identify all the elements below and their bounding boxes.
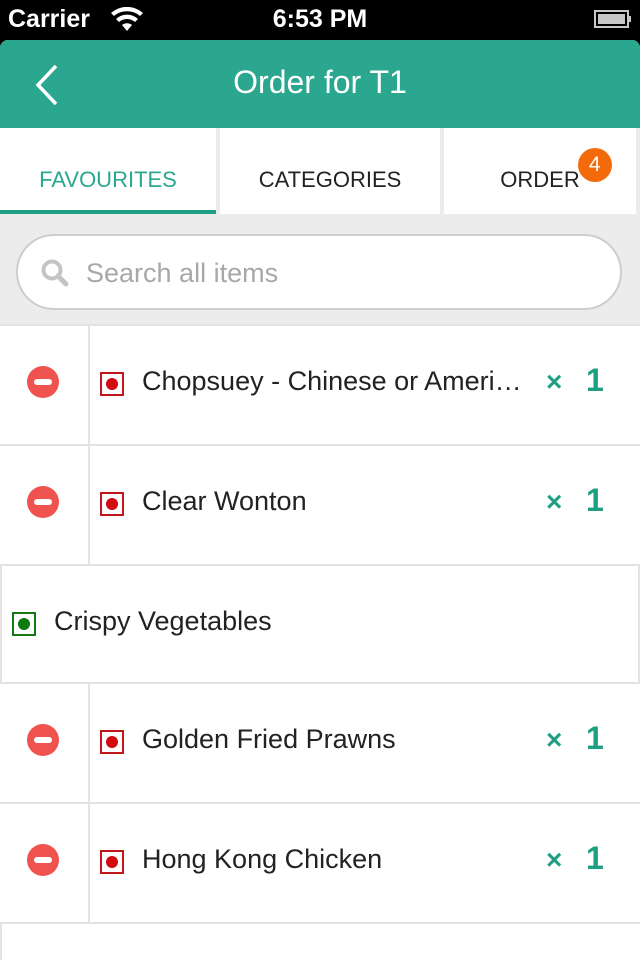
multiply-icon: × — [546, 366, 563, 397]
battery-icon — [594, 10, 631, 28]
search-field[interactable] — [16, 234, 622, 310]
non-veg-icon — [100, 372, 124, 396]
item-quantity[interactable]: 1 — [586, 482, 604, 519]
order-count-badge: 4 — [577, 148, 612, 182]
minus-circle-icon — [27, 366, 59, 398]
tab-categories[interactable]: CATEGORIES — [220, 128, 440, 214]
list-item[interactable]: Crispy Vegetables — [0, 564, 640, 682]
item-name: Chopsuey - Chinese or Ameri… — [142, 366, 522, 396]
search-input[interactable] — [84, 248, 588, 298]
item-name: Crispy Vegetables — [54, 606, 272, 636]
non-veg-icon — [100, 730, 124, 754]
search-bar-container — [0, 216, 640, 324]
tab-order-text: ORDER — [500, 167, 580, 192]
multiply-icon: × — [546, 844, 563, 875]
minus-circle-icon — [27, 844, 59, 876]
tab-order[interactable]: ORDER 4 — [444, 128, 636, 214]
list-item[interactable]: Chopsuey - Chinese or Ameri… × 1 — [0, 324, 640, 444]
list-item[interactable]: Hong Kong Chicken × 1 — [0, 802, 640, 922]
veg-icon — [12, 612, 36, 636]
list-item-partial[interactable] — [0, 922, 640, 960]
navigation-bar: Order for T1 — [0, 40, 640, 128]
item-name: Golden Fried Prawns — [142, 724, 396, 754]
search-icon — [41, 259, 69, 287]
multiply-icon: × — [546, 724, 563, 755]
non-veg-icon — [100, 492, 124, 516]
page-title: Order for T1 — [233, 64, 407, 100]
remove-button[interactable] — [0, 804, 90, 922]
minus-circle-icon — [27, 724, 59, 756]
non-veg-icon — [100, 850, 124, 874]
clock: 6:53 PM — [272, 5, 368, 33]
menu-item-list: Chopsuey - Chinese or Ameri… × 1 Clear W… — [0, 324, 640, 960]
item-quantity[interactable]: 1 — [586, 362, 604, 399]
multiply-icon: × — [546, 486, 563, 517]
list-item[interactable]: Golden Fried Prawns × 1 — [0, 682, 640, 802]
remove-button[interactable] — [0, 446, 90, 564]
item-name: Clear Wonton — [142, 486, 307, 516]
remove-button[interactable] — [0, 684, 90, 802]
tab-bar: FAVOURITES CATEGORIES ORDER 4 — [0, 128, 640, 216]
list-item[interactable]: Clear Wonton × 1 — [0, 444, 640, 564]
minus-circle-icon — [27, 486, 59, 518]
app-screen: Order for T1 FAVOURITES CATEGORIES ORDER… — [0, 40, 640, 960]
item-name: Hong Kong Chicken — [142, 844, 383, 874]
status-bar: Carrier 6:53 PM — [0, 0, 640, 40]
item-quantity[interactable]: 1 — [586, 720, 604, 757]
tab-favourites[interactable]: FAVOURITES — [0, 128, 216, 214]
item-quantity[interactable]: 1 — [586, 840, 604, 877]
remove-button[interactable] — [0, 326, 90, 444]
